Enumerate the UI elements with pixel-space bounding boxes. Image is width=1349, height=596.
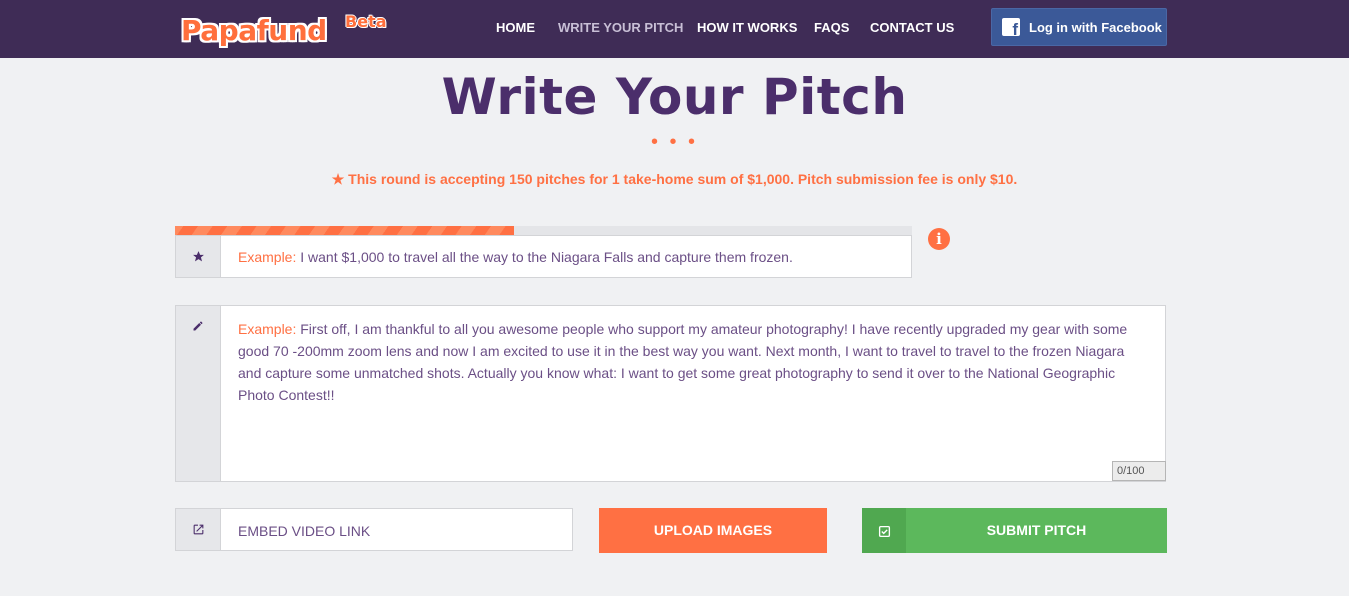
title-divider-dots: • • • <box>650 131 699 153</box>
nav-write-your-pitch[interactable]: WRITE YOUR PITCH <box>558 20 683 35</box>
info-icon[interactable]: i <box>928 228 950 250</box>
submit-pitch-label: SUBMIT PITCH <box>986 522 1087 538</box>
nav-contact-us[interactable]: CONTACT US <box>870 20 954 35</box>
pitch-description-placeholder: First off, I am thankful to all you awes… <box>238 321 1128 403</box>
beta-badge: Beta <box>345 12 387 31</box>
pencil-icon-addon <box>175 305 221 482</box>
embed-video-link-input[interactable]: EMBED VIDEO LINK <box>220 508 573 551</box>
pencil-icon <box>193 321 203 331</box>
pitch-title-input[interactable]: Example: I want $1,000 to travel all the… <box>220 235 912 278</box>
progress-fill <box>175 226 515 235</box>
facebook-icon: f <box>1002 18 1020 38</box>
pitch-description-textarea[interactable]: Example: First off, I am thankful to all… <box>220 305 1166 482</box>
pitch-title-placeholder: I want $1,000 to travel all the way to t… <box>296 249 793 265</box>
round-notice: ★ This round is accepting 150 pitches fo… <box>331 171 1018 187</box>
facebook-login-button[interactable]: f Log in with Facebook <box>991 8 1167 46</box>
example-label: Example: <box>238 249 297 265</box>
progress-bar <box>175 226 912 235</box>
star-icon-addon <box>175 235 221 278</box>
nav-how-it-works[interactable]: HOW IT WORKS <box>697 20 797 35</box>
upload-images-button[interactable]: UPLOAD IMAGES <box>599 508 827 553</box>
character-counter: 0/100 <box>1112 461 1166 481</box>
nav-faqs[interactable]: FAQS <box>814 20 849 35</box>
external-link-icon-addon <box>175 508 221 551</box>
submit-pitch-button[interactable]: SUBMIT PITCH <box>862 508 1167 553</box>
example-label: Example: <box>238 321 297 337</box>
navbar: Papafund Beta HOME WRITE YOUR PITCH HOW … <box>0 0 1349 58</box>
check-square-icon <box>862 508 906 553</box>
page-title: Write Your Pitch <box>441 68 908 126</box>
external-link-icon <box>193 524 203 535</box>
star-icon <box>192 251 204 262</box>
nav-home[interactable]: HOME <box>496 20 535 35</box>
logo-text: Papafund <box>181 14 327 47</box>
facebook-login-label: Log in with Facebook <box>1029 20 1162 35</box>
